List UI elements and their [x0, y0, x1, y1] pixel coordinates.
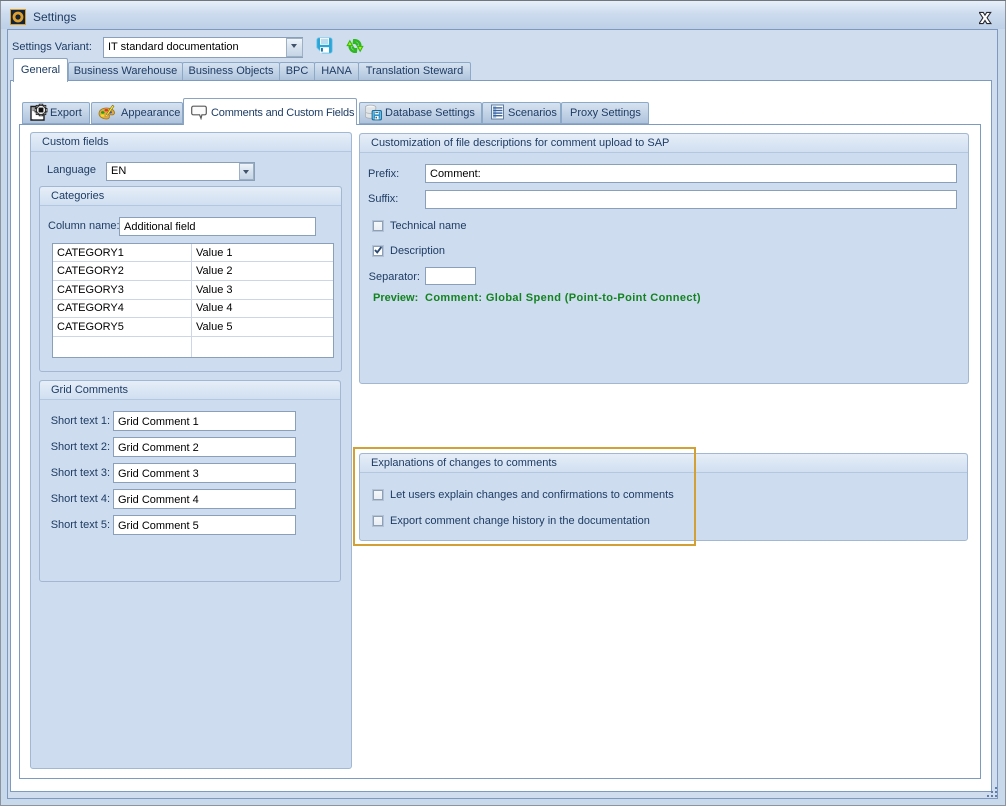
- svg-text:x: x: [980, 10, 990, 26]
